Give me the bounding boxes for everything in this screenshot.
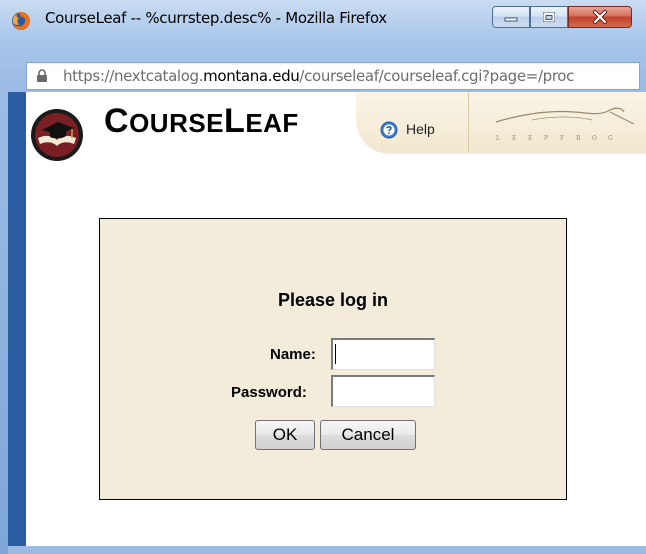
url-text[interactable]: https://nextcatalog.montana.edu/coursele… [63,67,574,85]
login-title: Please log in [277,290,389,310]
svg-text:E: E [528,135,532,142]
window-bottom-border [8,546,646,554]
ok-button[interactable]: OK [255,420,315,450]
url-subdomain: nextcatalog. [113,67,204,85]
courseleaf-logo-icon [31,109,83,161]
brand-ourse: OURSE [129,108,225,138]
window-left-border [8,92,26,546]
title-bar: CourseLeaf -- %currstep.desc% - Mozilla … [0,0,646,34]
cancel-button[interactable]: Cancel [320,420,416,450]
minimize-button[interactable] [492,6,530,28]
header-divider [468,92,469,152]
header-panel: Help L E E P F R O G [356,92,646,154]
address-bar[interactable]: https://nextcatalog.montana.edu/coursele… [26,62,640,90]
close-icon [593,10,607,24]
close-button[interactable] [568,6,632,28]
url-scheme: https:// [63,67,114,85]
brand-letter-c: C [104,102,130,140]
name-label: Name: [270,346,316,363]
leepfrog-logo: LEE PFR OG [495,107,635,142]
brand-eaf: EAF [245,108,299,138]
courseleaf-brand: COURSELEAF [104,102,299,141]
maximize-icon [543,12,555,22]
help-link[interactable]: Help [406,121,435,137]
svg-text:O: O [592,135,597,142]
svg-text:G: G [608,135,613,142]
page-content: COURSELEAF Help LEE PFR OG Please log in… [26,92,646,546]
url-host: montana.edu [203,67,300,85]
lock-icon [37,69,47,82]
brand-letter-l: L [224,102,246,140]
password-input[interactable] [331,375,435,407]
svg-text:F: F [560,135,564,142]
help-icon[interactable] [380,121,398,139]
minimize-icon [504,17,518,22]
name-input[interactable] [331,338,435,370]
svg-text:E: E [512,135,516,142]
window-title: CourseLeaf -- %currstep.desc% - Mozilla … [45,9,387,27]
window-controls [492,6,632,30]
svg-text:R: R [576,135,581,142]
text-cursor [335,344,336,364]
browser-window: CourseLeaf -- %currstep.desc% - Mozilla … [0,0,646,554]
svg-text:P: P [544,135,548,142]
url-path: /courseleaf/courseleaf.cgi?page=/proc [299,67,575,85]
login-form: Please log in Name: Password: OK Cancel [99,218,567,500]
password-label: Password: [231,384,307,401]
maximize-button[interactable] [530,6,568,28]
firefox-icon [12,12,30,30]
svg-text:L: L [496,135,500,142]
